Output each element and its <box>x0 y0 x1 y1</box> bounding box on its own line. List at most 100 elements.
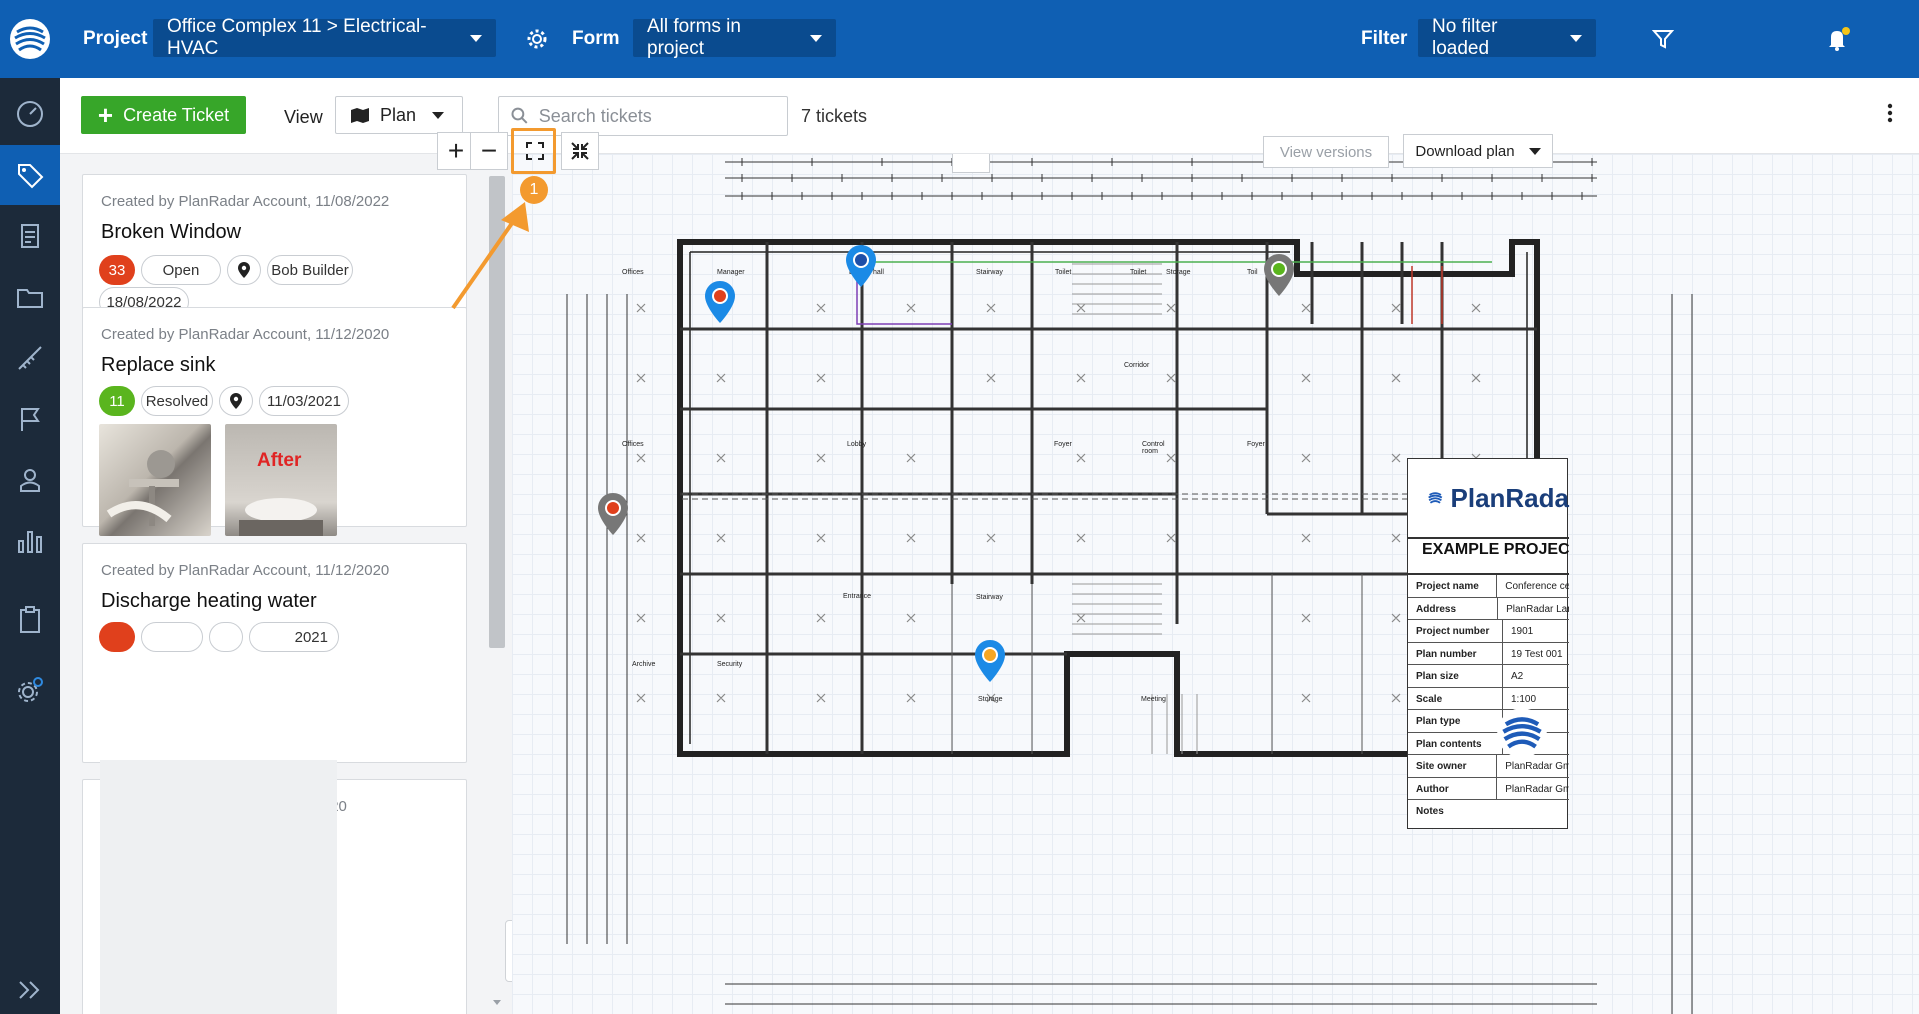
title-block-table: Project name Conference cer Address PlanRa… <box>1408 573 1569 823</box>
room-label: Corridor <box>1124 362 1150 369</box>
ticket-toolbar: + Create Ticket View Plan 7 tickets <box>60 78 1919 154</box>
plus-icon: + <box>97 100 114 130</box>
room-label: Meeting <box>1141 696 1166 703</box>
project-select-value: Office Complex 11 > Electrical-HVAC <box>167 16 427 59</box>
statistics-icon[interactable] <box>0 511 60 571</box>
view-versions-button[interactable]: View versions <box>1263 136 1389 168</box>
expand-rail-icon[interactable] <box>0 960 60 1014</box>
project-label: Project <box>83 28 148 49</box>
search-icon <box>511 107 528 124</box>
ticket-pin-orange-icon[interactable] <box>975 640 1005 682</box>
reports-icon[interactable] <box>0 206 60 266</box>
ticket-pin-blue-icon[interactable] <box>846 245 876 287</box>
location-pin-icon <box>209 622 243 652</box>
room-label: Offices <box>622 269 644 276</box>
search-input[interactable] <box>538 105 775 127</box>
chevron-down-icon <box>810 34 822 42</box>
more-options-icon[interactable] <box>1887 102 1893 129</box>
zoom-out-button[interactable]: − <box>470 132 508 170</box>
room-label: Offices <box>622 441 644 448</box>
scroll-down-icon[interactable] <box>489 998 505 1008</box>
ticket-count: 7 tickets <box>801 106 868 126</box>
planradar-watermark-icon <box>1497 708 1547 758</box>
form-select-value: All forms in project <box>647 16 741 59</box>
measure-tool-icon[interactable] <box>0 328 60 388</box>
dashboard-icon[interactable] <box>0 84 60 144</box>
user-icon[interactable] <box>0 450 60 510</box>
ticket-card[interactable]: Created by PlanRadar Account, 11/12/2020… <box>82 543 467 763</box>
ticket-card[interactable]: Created by PlanRadar Account, 11/12/2020… <box>82 307 467 536</box>
chevron-down-icon <box>1570 34 1582 42</box>
room-label: Storage <box>978 696 1003 703</box>
planradar-logo-icon[interactable] <box>0 0 60 78</box>
room-label: Stairway <box>976 269 1003 276</box>
title-block-logo: PlanRada <box>1408 459 1569 539</box>
folder-icon[interactable] <box>0 267 60 327</box>
create-ticket-button[interactable]: + Create Ticket <box>81 96 246 134</box>
ticket-pin-red-icon[interactable] <box>705 281 735 323</box>
photo-thumbnail-before[interactable] <box>99 424 211 536</box>
zoom-in-button[interactable] <box>952 154 990 173</box>
room-label: Foyer <box>1247 441 1265 448</box>
flag-icon[interactable] <box>0 389 60 449</box>
notifications-bell-icon[interactable] <box>1825 26 1851 57</box>
form-label: Form <box>572 28 620 49</box>
tutorial-highlight <box>511 128 556 174</box>
filter-funnel-icon[interactable] <box>1651 28 1675 55</box>
view-label: View <box>284 107 323 127</box>
room-label: Control room <box>1142 441 1165 455</box>
table-row: Project name Conference cer <box>1408 575 1569 598</box>
ticket-title: Replace sink <box>101 354 216 376</box>
view-mode-value: Plan <box>380 104 417 125</box>
ticket-title: Discharge heating water <box>101 590 317 612</box>
collapse-arrows-icon <box>571 142 589 160</box>
ticket-pin-green-icon[interactable] <box>1264 254 1294 296</box>
table-row: Author PlanRadar Gml <box>1408 777 1569 800</box>
room-label: Toilet <box>1130 269 1147 276</box>
ticket-meta: Created by PlanRadar Account, 11/12/2020 <box>101 562 390 579</box>
table-row: Plan size A2 <box>1408 665 1569 688</box>
room-label: Archive <box>632 661 656 668</box>
status-badge <box>141 622 203 652</box>
ticket-meta: Created by PlanRadar Account, 11/12/2020 <box>101 326 390 343</box>
status-badge: Resolved <box>141 386 213 416</box>
plan-title-block: PlanRada EXAMPLE PROJEC Project name Conf… <box>1407 458 1570 829</box>
view-mode-select[interactable]: Plan <box>335 96 463 134</box>
chevron-down-icon <box>432 111 445 119</box>
ticket-title: Broken Window <box>101 221 242 243</box>
filter-select[interactable]: No filter loaded <box>1418 16 1596 59</box>
ticket-number-badge: 11 <box>99 386 135 416</box>
ticket-card[interactable]: Created by PlanRadar Account, 11/08/2022… <box>82 174 467 326</box>
room-label: Storage <box>1166 269 1191 276</box>
filter-label: Filter <box>1361 28 1408 49</box>
filter-select-value: No filter loaded <box>1432 16 1498 59</box>
project-select[interactable]: Office Complex 11 > Electrical-HVAC <box>153 16 496 59</box>
table-row: Notes <box>1416 806 1444 817</box>
tickets-tag-icon[interactable] <box>0 145 60 205</box>
top-header: Project Office Complex 11 > Electrical-H… <box>60 0 1919 78</box>
chevron-down-icon <box>1528 147 1541 155</box>
create-ticket-label: Create Ticket <box>123 104 230 125</box>
table-row: Project number 1901 <box>1408 620 1569 643</box>
table-row: Plan number 19 Test 001 <box>1408 642 1569 665</box>
room-label: Entrance <box>843 593 872 600</box>
after-label: After <box>257 450 302 471</box>
room-label: Stairway <box>976 594 1003 601</box>
photo-thumbnail-after[interactable]: After <box>225 424 337 536</box>
location-pin-icon <box>227 255 261 285</box>
due-date-badge: 11/03/2021 <box>259 386 349 416</box>
ticket-pin-red-icon[interactable] <box>598 493 628 535</box>
clipboard-icon[interactable] <box>0 590 60 650</box>
download-plan-button[interactable]: Download plan <box>1403 134 1553 168</box>
app-nav-rail <box>0 0 60 1014</box>
settings-gear-icon[interactable] <box>0 660 60 720</box>
form-select[interactable]: All forms in project <box>633 16 836 59</box>
room-label: Foyer <box>1054 441 1072 448</box>
project-settings-gear-icon[interactable] <box>526 28 548 55</box>
loading-placeholder <box>100 760 337 1014</box>
ticket-list: Created by PlanRadar Account, 11/08/2022… <box>60 154 488 1014</box>
planradar-logo-icon <box>1428 492 1443 504</box>
title-block-brand: PlanRada <box>1450 482 1570 513</box>
location-pin-icon <box>219 386 253 416</box>
exit-fullscreen-button[interactable] <box>561 132 599 170</box>
